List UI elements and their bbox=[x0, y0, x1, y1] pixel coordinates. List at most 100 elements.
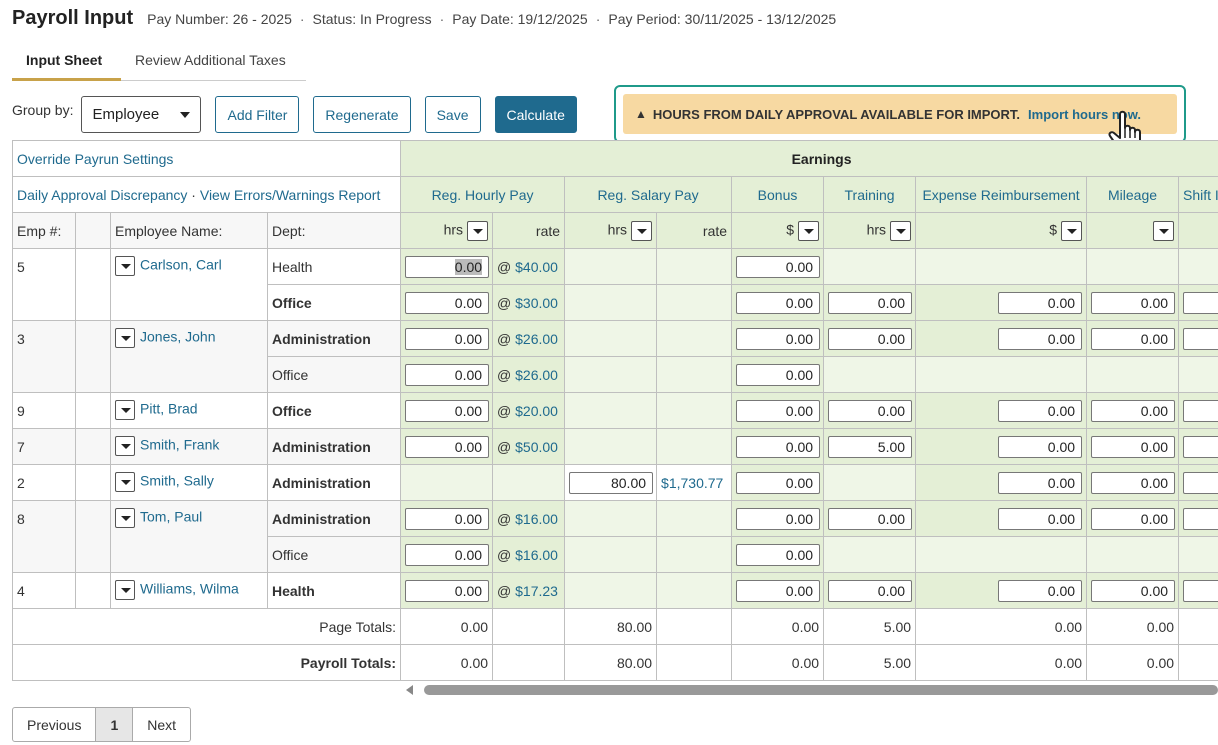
previous-page-button[interactable]: Previous bbox=[13, 708, 97, 741]
bonus-input[interactable]: 0.00 bbox=[736, 543, 821, 566]
expense-input[interactable]: 0.00 bbox=[998, 507, 1083, 530]
employee-menu-dropdown[interactable] bbox=[115, 400, 135, 420]
employee-menu-dropdown[interactable] bbox=[115, 472, 135, 492]
reg-hours-input[interactable]: 0.00 bbox=[405, 435, 490, 458]
reg-hours-input[interactable]: 0.00 bbox=[405, 291, 490, 314]
rate-link[interactable]: $30.00 bbox=[515, 295, 558, 311]
rate-link[interactable]: $40.00 bbox=[515, 259, 558, 275]
employee-menu-dropdown[interactable] bbox=[115, 436, 135, 456]
expense-input[interactable]: 0.00 bbox=[998, 399, 1083, 422]
rate-link[interactable]: $20.00 bbox=[515, 403, 558, 419]
training-dropdown[interactable] bbox=[890, 220, 912, 241]
mileage-dropdown[interactable] bbox=[1153, 220, 1175, 241]
expense-dropdown[interactable] bbox=[1061, 220, 1083, 241]
tab-input-sheet[interactable]: Input Sheet bbox=[12, 44, 121, 81]
shift-input[interactable] bbox=[1183, 327, 1218, 350]
rate-link[interactable]: $16.00 bbox=[515, 547, 558, 563]
daily-approval-discrepancy-link[interactable]: Daily Approval Discrepancy bbox=[17, 187, 187, 203]
reg-hours-input[interactable]: 0.00 bbox=[405, 399, 490, 422]
employee-name-link[interactable]: Pitt, Brad bbox=[140, 401, 198, 417]
bonus-input[interactable]: 0.00 bbox=[736, 327, 821, 350]
group-by-select[interactable]: Employee bbox=[81, 96, 202, 133]
expense-input[interactable]: 0.00 bbox=[998, 291, 1083, 314]
view-errors-warnings-link[interactable]: View Errors/Warnings Report bbox=[200, 187, 381, 203]
rate-link[interactable]: $26.00 bbox=[515, 367, 558, 383]
rate-link[interactable]: $50.00 bbox=[515, 439, 558, 455]
shift-input[interactable] bbox=[1183, 507, 1218, 530]
training-input[interactable]: 0.00 bbox=[828, 327, 913, 350]
employee-menu-dropdown[interactable] bbox=[115, 256, 135, 276]
shift-input[interactable] bbox=[1183, 435, 1218, 458]
employee-rows: 5 Carlson, Carl Health 0.00 @ $40.00 0.00 Offi… bbox=[12, 248, 1218, 609]
expense-input[interactable]: 0.00 bbox=[998, 327, 1083, 350]
bonus-input[interactable]: 0.00 bbox=[736, 579, 821, 602]
bonus-input[interactable]: 0.00 bbox=[736, 507, 821, 530]
reg-hours-input[interactable]: 0.00 bbox=[405, 543, 490, 566]
employee-name-link[interactable]: Williams, Wilma bbox=[140, 581, 239, 597]
employee-name-link[interactable]: Jones, John bbox=[140, 329, 216, 345]
sal-hrs-dropdown[interactable] bbox=[631, 220, 653, 241]
employee-menu-dropdown[interactable] bbox=[115, 328, 135, 348]
employee-name-link[interactable]: Smith, Frank bbox=[140, 437, 219, 453]
current-page[interactable]: 1 bbox=[96, 708, 134, 741]
empty-cell bbox=[564, 428, 658, 465]
dept-cell: Administration bbox=[266, 428, 402, 465]
reg-hours-input[interactable]: 0.00 bbox=[405, 363, 490, 386]
shift-input[interactable] bbox=[1183, 291, 1218, 314]
bonus-input[interactable]: 0.00 bbox=[736, 255, 821, 278]
row-spacer bbox=[75, 464, 111, 501]
shift-input[interactable] bbox=[1183, 579, 1218, 602]
add-filter-button[interactable]: Add Filter bbox=[215, 96, 300, 133]
shift-input[interactable] bbox=[1183, 471, 1218, 494]
reg-hrs-dropdown[interactable] bbox=[467, 220, 489, 241]
chevron-down-icon bbox=[180, 111, 191, 118]
next-page-button[interactable]: Next bbox=[133, 708, 190, 741]
dept-cell: Health bbox=[266, 248, 402, 285]
training-input[interactable]: 0.00 bbox=[828, 507, 913, 530]
regenerate-button[interactable]: Regenerate bbox=[313, 96, 411, 133]
bonus-input[interactable]: 0.00 bbox=[736, 471, 821, 494]
calculate-button[interactable]: Calculate bbox=[494, 96, 577, 133]
employee-name-link[interactable]: Smith, Sally bbox=[140, 473, 214, 489]
bonus-input[interactable]: 0.00 bbox=[736, 435, 821, 458]
rate-link[interactable]: $16.00 bbox=[515, 511, 558, 527]
rate-link[interactable]: $26.00 bbox=[515, 331, 558, 347]
salary-rate-link[interactable]: $1,730.77 bbox=[661, 475, 723, 491]
bonus-input[interactable]: 0.00 bbox=[736, 399, 821, 422]
mileage-input[interactable]: 0.00 bbox=[1091, 291, 1176, 314]
bonus-input[interactable]: 0.00 bbox=[736, 363, 821, 386]
training-input[interactable]: 5.00 bbox=[828, 435, 913, 458]
mileage-input[interactable]: 0.00 bbox=[1091, 435, 1176, 458]
training-input[interactable]: 0.00 bbox=[828, 579, 913, 602]
salary-hours-input[interactable]: 80.00 bbox=[569, 471, 654, 494]
training-input[interactable]: 0.00 bbox=[828, 291, 913, 314]
reg-hours-input[interactable]: 0.00 bbox=[405, 255, 490, 278]
employee-menu-dropdown[interactable] bbox=[115, 580, 135, 600]
shift-unit-cell bbox=[1178, 212, 1218, 249]
tab-review-additional-taxes[interactable]: Review Additional Taxes bbox=[121, 44, 300, 81]
mileage-input[interactable]: 0.00 bbox=[1091, 399, 1176, 422]
shift-input[interactable] bbox=[1183, 399, 1218, 422]
bonus-dropdown[interactable] bbox=[798, 220, 820, 241]
expense-input[interactable]: 0.00 bbox=[998, 435, 1083, 458]
reg-hours-input[interactable]: 0.00 bbox=[405, 579, 490, 602]
mileage-input[interactable]: 0.00 bbox=[1091, 471, 1176, 494]
reg-hours-input[interactable]: 0.00 bbox=[405, 327, 490, 350]
expense-input[interactable]: 0.00 bbox=[998, 471, 1083, 494]
employee-menu-dropdown[interactable] bbox=[115, 508, 135, 528]
override-payrun-settings-link[interactable]: Override Payrun Settings bbox=[17, 151, 173, 167]
scrollbar-thumb[interactable] bbox=[424, 685, 1218, 695]
mileage-input[interactable]: 0.00 bbox=[1091, 327, 1176, 350]
rate-link[interactable]: $17.23 bbox=[515, 583, 558, 599]
mileage-input[interactable]: 0.00 bbox=[1091, 579, 1176, 602]
scroll-left-icon[interactable] bbox=[406, 685, 413, 695]
employee-name-link[interactable]: Tom, Paul bbox=[140, 509, 202, 525]
reg-hours-input[interactable]: 0.00 bbox=[405, 507, 490, 530]
horizontal-scrollbar[interactable] bbox=[404, 683, 1218, 697]
training-input[interactable]: 0.00 bbox=[828, 399, 913, 422]
mileage-input[interactable]: 0.00 bbox=[1091, 507, 1176, 530]
bonus-input[interactable]: 0.00 bbox=[736, 291, 821, 314]
save-button[interactable]: Save bbox=[424, 96, 481, 133]
employee-name-link[interactable]: Carlson, Carl bbox=[140, 257, 222, 273]
expense-input[interactable]: 0.00 bbox=[998, 579, 1083, 602]
